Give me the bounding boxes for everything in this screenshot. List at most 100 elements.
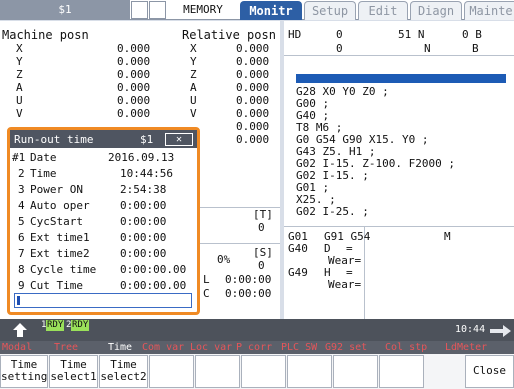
machine-axis-value: 0.000 [117,42,151,55]
softkey-empty[interactable] [149,355,194,388]
runout-row-num: 6 [18,231,25,244]
relative-posn-title: Relative posn [182,28,276,42]
machine-axis-value: 0.000 [117,55,151,68]
menu-modal[interactable]: Modal [2,342,32,353]
next-page-arrow-icon[interactable] [490,324,512,338]
tab-setup[interactable]: Setup [304,1,356,20]
runout-row-value: 10:44:56 [120,167,173,180]
softkey-time-setting[interactable]: Time setting [0,355,48,388]
hd-value: 0 [336,28,343,41]
runout-row-label: Date [30,151,57,164]
runout-row-label: Auto oper [30,199,90,212]
runout-row-value: 0:00:00 [120,247,167,260]
runout-row-value: 2016.09.13 [108,151,175,164]
runout-row-label: Ext time1 [30,231,90,244]
b-label: B [472,42,479,55]
machine-axis-value: 0.000 [117,81,151,94]
close-icon[interactable]: ✕ [165,133,193,146]
hd-label: HD [288,28,302,41]
menu-plc-sw[interactable]: PLC SW [281,342,317,353]
softkey-empty[interactable] [333,355,378,388]
runout-time-dialog: Run-out time $1 ✕ #1 Date 2016.09.13 2 T… [7,127,200,315]
status-clock: 10:44 [455,324,486,335]
program-line: G01 ; [296,181,330,194]
menu-time[interactable]: Time [108,342,132,353]
machine-axis-value: 0.000 [117,68,151,81]
system1-ready-badge: RDY [46,320,65,331]
relative-axis-name: Z [190,68,197,81]
softkey-close[interactable]: Close [465,355,514,388]
h-label: H [324,266,331,279]
menu-p-corr[interactable]: P corr [236,342,272,353]
l-label: L [203,273,210,286]
runout-row-value: 2:54:38 [120,183,167,196]
runout-row-value: 0:00:00.00 [120,279,187,292]
wear-label: Wear= [328,278,362,291]
input-caret [17,296,20,305]
tab-mainte[interactable]: Mainte [464,1,514,20]
spindle-label: [S] [253,246,273,259]
softkey-empty[interactable] [241,355,286,388]
relative-axis-name: Y [190,55,197,68]
program-line: G02 I-15. Z-100. F2000 ; [296,157,455,170]
home-icon[interactable] [12,322,28,338]
runout-row-label: Power ON [30,183,83,196]
menu-com-var[interactable]: Com var [142,342,184,353]
dialog-title: Run-out time [14,133,94,146]
tab-edit[interactable]: Edit [358,1,408,20]
n-label: 51 N [398,28,425,41]
c-time-value: 0:00:00 [225,287,272,300]
runout-row-num: 9 [18,279,25,292]
tab-diagn[interactable]: Diagn [410,1,462,20]
softkey-empty[interactable] [195,355,240,388]
menu-col-stp[interactable]: Col stp [385,342,427,353]
time-input-field[interactable] [14,293,192,308]
runout-row-label: Cut Time [30,279,83,292]
dialog-title-bar: Run-out time $1 ✕ [10,130,197,148]
softkey-empty[interactable] [379,355,424,388]
divider [284,55,514,56]
menu-g92-set[interactable]: G92 set [325,342,367,353]
relative-axis-value: 0.000 [236,94,270,107]
program-line: G28 X0 Y0 Z0 ; [296,85,389,98]
relative-axis-name: X [190,42,197,55]
machine-axis-name: Y [16,55,23,68]
runout-row-value: 0:00:00 [120,215,167,228]
b-label: 0 B [462,28,482,41]
relative-extra-value: 0.000 [236,133,270,146]
runout-row-value: 0:00:00.00 [120,263,187,276]
softkey-empty[interactable] [287,355,332,388]
machine-posn-title: Machine posn [2,28,89,42]
operation-mode: MEMORY [183,3,223,16]
divider [284,226,514,227]
c-label: C [203,287,210,300]
m-code-label: M [444,230,451,243]
machine-axis-name: V [16,107,23,120]
header-indicator-2 [149,1,166,19]
tab-monitr[interactable]: Monitr [240,1,302,20]
current-block-highlight [296,74,506,83]
relative-axis-value: 0.000 [236,107,270,120]
wear-label: Wear= [328,254,362,267]
runout-row-value: 0:00:00 [120,231,167,244]
menu-tree[interactable]: Tree [54,342,78,353]
program-line: T8 M6 ; [296,121,343,134]
runout-row-label: Cycle time [30,263,97,276]
softkey-time-select1[interactable]: Time select1 [49,355,98,388]
modal-code: G91 G54 [324,230,371,243]
runout-row-num: #1 [12,151,26,164]
menu-loc-var[interactable]: Loc var [190,342,232,353]
machine-axis-name: A [16,81,23,94]
spindle-value: 0 [258,259,265,272]
program-line: G0 G54 G90 X15. Y0 ; [296,133,429,146]
system-name: $1 [0,0,130,20]
softkey-time-select2[interactable]: Time select2 [99,355,148,388]
dialog-system: $1 [140,133,154,146]
program-line: G40 ; [296,109,330,122]
modal-code: G40 [288,242,308,255]
machine-axis-value: 0.000 [117,94,151,107]
runout-row-label: CycStart [30,215,83,228]
menu-ldmeter[interactable]: LdMeter [445,342,487,353]
machine-axis-name: Z [16,68,23,81]
machine-axis-value: 0.000 [117,107,151,120]
